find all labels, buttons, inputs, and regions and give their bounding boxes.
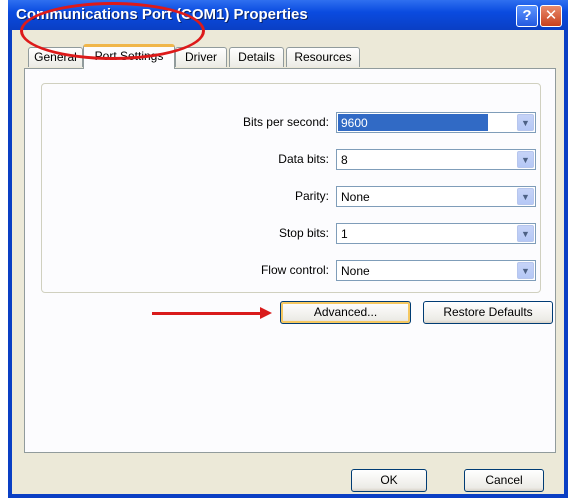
flow-control-value: None — [341, 264, 370, 278]
data-bits-label: Data bits: — [278, 152, 329, 166]
flow-control-label: Flow control: — [260, 263, 329, 277]
port-settings-group: Bits per second: 9600 ▼ Data bits: 8 ▼ P… — [41, 83, 541, 293]
tab-general[interactable]: General — [28, 47, 83, 67]
stop-bits-value: 1 — [341, 227, 348, 241]
cancel-button[interactable]: Cancel — [464, 469, 544, 492]
annotation-arrow-head — [260, 307, 272, 319]
help-button[interactable]: ? — [516, 5, 538, 27]
parity-label: Parity: — [294, 189, 329, 203]
chevron-down-icon[interactable]: ▼ — [517, 225, 534, 242]
restore-defaults-button[interactable]: Restore Defaults — [423, 301, 553, 324]
bits-per-second-label: Bits per second: — [242, 115, 329, 129]
tab-driver[interactable]: Driver — [175, 47, 227, 67]
advanced-button[interactable]: Advanced... — [280, 301, 411, 324]
window-title: Communications Port (COM1) Properties — [16, 6, 308, 23]
annotation-arrow-line — [152, 312, 264, 315]
tab-resources[interactable]: Resources — [286, 47, 360, 67]
ok-button[interactable]: OK — [351, 469, 427, 492]
dialog-body: General Port Settings Driver Details Res… — [12, 30, 564, 494]
close-button[interactable]: ✕ — [540, 5, 562, 27]
tab-port-settings[interactable]: Port Settings — [83, 44, 175, 69]
properties-dialog: Communications Port (COM1) Properties ? … — [8, 0, 568, 498]
parity-value: None — [341, 190, 370, 204]
chevron-down-icon[interactable]: ▼ — [517, 262, 534, 279]
flow-control-select[interactable]: None ▼ — [336, 260, 536, 281]
title-bar[interactable]: Communications Port (COM1) Properties ? … — [8, 0, 568, 30]
tab-details[interactable]: Details — [229, 47, 284, 67]
port-settings-panel: Bits per second: 9600 ▼ Data bits: 8 ▼ P… — [24, 68, 556, 453]
bits-per-second-value: 9600 — [338, 114, 488, 131]
data-bits-select[interactable]: 8 ▼ — [336, 149, 536, 170]
bits-per-second-select[interactable]: 9600 ▼ — [336, 112, 536, 133]
parity-select[interactable]: None ▼ — [336, 186, 536, 207]
chevron-down-icon[interactable]: ▼ — [517, 114, 534, 131]
stop-bits-select[interactable]: 1 ▼ — [336, 223, 536, 244]
stop-bits-label: Stop bits: — [278, 226, 329, 240]
chevron-down-icon[interactable]: ▼ — [517, 151, 534, 168]
chevron-down-icon[interactable]: ▼ — [517, 188, 534, 205]
data-bits-value: 8 — [341, 153, 348, 167]
